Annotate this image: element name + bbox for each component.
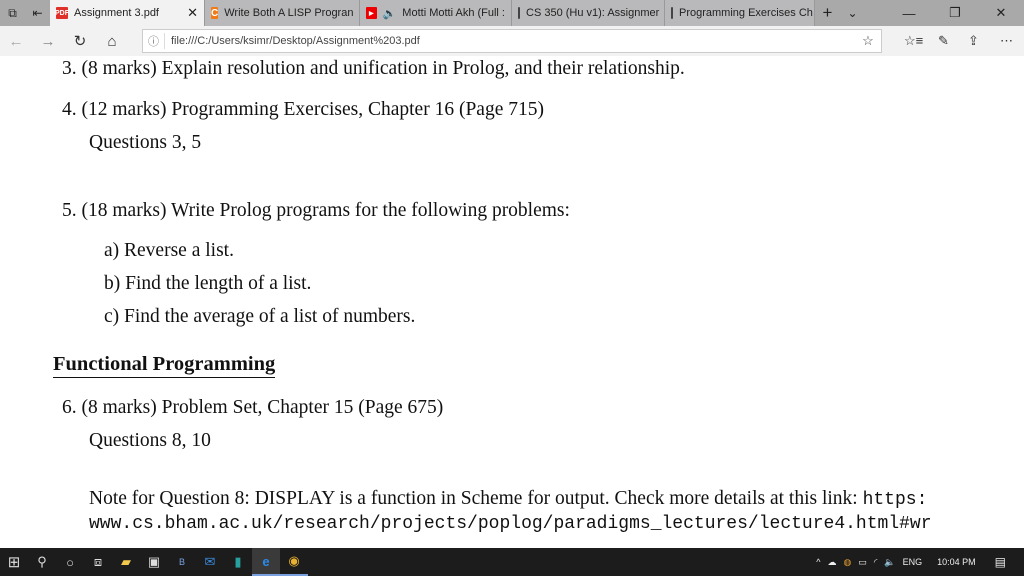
- taskbar: ⊞ ⚲ ○ ⧈ ▰ ▣ B ✉ ▮ e ◉ ^ ☁ ◍ ▭ ◜ 🔈 ENG 10…: [0, 548, 1024, 576]
- navigation-bar: ← → ↻ ⌂ ⓘ file:///C:/Users/ksimr/Desktop…: [0, 26, 1024, 56]
- info-icon[interactable]: ⓘ: [143, 33, 165, 49]
- address-bar[interactable]: ⓘ file:///C:/Users/ksimr/Desktop/Assignm…: [142, 29, 882, 53]
- clock[interactable]: 10:04 PM: [937, 557, 976, 567]
- chegg-icon: C: [211, 7, 219, 19]
- favorite-star-icon[interactable]: ☆: [855, 33, 881, 49]
- question-6: 6. (8 marks) Problem Set, Chapter 15 (Pa…: [62, 397, 444, 418]
- search-icon[interactable]: ⚲: [28, 548, 56, 576]
- restore-icon[interactable]: ❐: [932, 5, 978, 21]
- close-window-icon[interactable]: ✕: [978, 5, 1024, 21]
- app-b-icon[interactable]: B: [168, 548, 196, 576]
- tab-label: Motti Motti Akh (Full :: [402, 7, 505, 19]
- app-k-icon[interactable]: ▮: [224, 548, 252, 576]
- notifications-icon[interactable]: ▤: [995, 555, 1006, 569]
- note-link[interactable]: www.cs.bham.ac.uk/research/projects/popl…: [89, 514, 932, 534]
- question-5-item: c) Find the average of a list of numbers…: [104, 306, 416, 327]
- chrome-icon[interactable]: ◉: [280, 548, 308, 576]
- question-5-item: a) Reverse a list.: [104, 240, 234, 261]
- home-icon[interactable]: ⌂: [96, 33, 128, 50]
- minimize-icon[interactable]: —: [886, 6, 932, 21]
- more-icon[interactable]: ⋯: [1000, 26, 1013, 56]
- url-text[interactable]: file:///C:/Users/ksimr/Desktop/Assignmen…: [165, 35, 855, 47]
- note-text: Note for Question 8: DISPLAY is a functi…: [89, 488, 858, 509]
- task-view-icon[interactable]: ⧈: [84, 548, 112, 576]
- question-4-sub: Questions 3, 5: [89, 132, 202, 153]
- chevron-up-icon[interactable]: ^: [816, 557, 820, 567]
- question-4: 4. (12 marks) Programming Exercises, Cha…: [62, 99, 544, 120]
- wifi-icon[interactable]: ◜: [874, 557, 878, 568]
- tab-bar: ⧉ ⇤ PDF Assignment 3.pdf ✕ C Write Both …: [0, 0, 1024, 26]
- cortana-icon[interactable]: ○: [56, 548, 84, 576]
- tab-chegg[interactable]: C Write Both A LISP Progran: [205, 0, 360, 26]
- tab-youtube[interactable]: ▶ 🔈 Motti Motti Akh (Full :: [360, 0, 512, 26]
- note-link[interactable]: https:: [863, 490, 928, 510]
- tab-preview-icon[interactable]: ⧉: [0, 0, 25, 26]
- note-line: Note for Question 8: DISPLAY is a functi…: [89, 488, 927, 510]
- tab-label: Programming Exercises Ch: [679, 7, 813, 19]
- new-tab-icon[interactable]: +: [815, 0, 840, 26]
- chevron-down-icon[interactable]: ⌄: [840, 0, 865, 26]
- file-explorer-icon[interactable]: ▰: [112, 548, 140, 576]
- edge-icon[interactable]: e: [252, 548, 280, 576]
- audio-icon[interactable]: 🔈: [383, 7, 397, 20]
- battery-icon[interactable]: ▭: [858, 557, 867, 568]
- store-icon[interactable]: ▣: [140, 548, 168, 576]
- pen-icon[interactable]: ✎: [938, 26, 949, 56]
- antivirus-icon[interactable]: ◍: [844, 557, 852, 568]
- page-icon: [518, 7, 520, 19]
- set-aside-tabs-icon[interactable]: ⇤: [25, 0, 50, 26]
- youtube-icon: ▶: [366, 7, 377, 19]
- question-5: 5. (18 marks) Write Prolog programs for …: [62, 200, 570, 221]
- tab-label: Assignment 3.pdf: [74, 7, 159, 19]
- page-icon: [671, 7, 673, 19]
- pdf-document: 3. (8 marks) Explain resolution and unif…: [0, 56, 1024, 548]
- onedrive-icon[interactable]: ☁: [828, 557, 837, 568]
- windows-start-icon[interactable]: ⊞: [0, 548, 28, 576]
- forward-icon[interactable]: →: [32, 33, 64, 50]
- share-icon[interactable]: ⇪: [968, 26, 979, 56]
- question-5-item: b) Find the length of a list.: [104, 273, 312, 294]
- mail-icon[interactable]: ✉: [196, 548, 224, 576]
- favorites-icon[interactable]: ☆≡: [904, 26, 923, 56]
- tab-programming-exercises[interactable]: Programming Exercises Ch: [665, 0, 815, 26]
- tab-cs350[interactable]: CS 350 (Hu v1): Assignmer: [512, 0, 665, 26]
- system-tray: ^ ☁ ◍ ▭ ◜ 🔈 ENG 10:04 PM ▤: [816, 548, 1024, 576]
- back-icon[interactable]: ←: [0, 33, 32, 50]
- section-heading: Functional Programming: [53, 353, 276, 378]
- tab-label: Write Both A LISP Progran: [224, 7, 354, 19]
- language-indicator[interactable]: ENG: [903, 557, 923, 567]
- refresh-icon[interactable]: ↻: [64, 32, 96, 50]
- question-6-sub: Questions 8, 10: [89, 430, 211, 451]
- tab-assignment[interactable]: PDF Assignment 3.pdf ✕: [50, 0, 205, 26]
- close-tab-icon[interactable]: ✕: [187, 5, 198, 21]
- volume-icon[interactable]: 🔈: [884, 557, 895, 568]
- pdf-icon: PDF: [55, 7, 69, 19]
- question-3: 3. (8 marks) Explain resolution and unif…: [62, 58, 685, 79]
- tab-label: CS 350 (Hu v1): Assignmer: [526, 7, 660, 19]
